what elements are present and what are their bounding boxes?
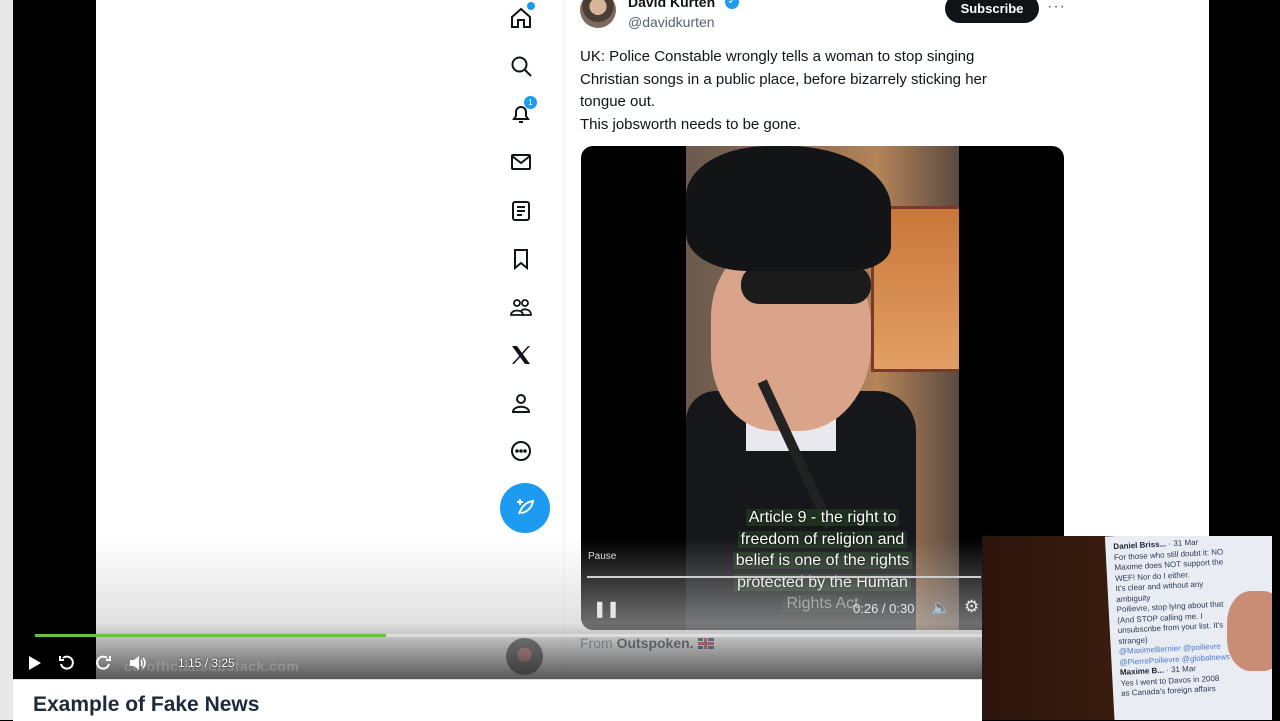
tweet-text-line: Christian songs in a public place, befor… [580, 70, 987, 88]
subtitle-line: freedom of religion and [737, 530, 908, 548]
x-logo-icon[interactable] [507, 341, 535, 369]
play-icon[interactable] [23, 652, 45, 674]
subtitle-line: belief is one of the rights [732, 552, 913, 569]
video-subtitle: Article 9 - the right to freedom of reli… [716, 507, 929, 615]
tweet-text-line: UK: Police Constable wrongly tells a wom… [580, 48, 975, 65]
tweet-text-line: tongue out. [580, 93, 656, 110]
search-icon[interactable] [507, 52, 535, 80]
author-handle[interactable]: @davidkurten [628, 14, 715, 30]
home-icon[interactable] [507, 2, 535, 32]
more-icon[interactable] [507, 437, 535, 465]
video-time: 0:26 / 0:30 [853, 601, 915, 616]
messages-icon[interactable] [507, 148, 535, 176]
pause-tooltip: Pause [588, 551, 617, 562]
video-progress-bar[interactable] [587, 576, 981, 578]
from-label: From [580, 635, 613, 651]
officer-hat [686, 146, 891, 271]
settings-gear-icon[interactable]: ⚙ [964, 597, 979, 617]
lists-icon[interactable] [507, 197, 535, 225]
author-name[interactable]: David Kurten [628, 0, 715, 10]
forward-icon[interactable] [92, 652, 114, 674]
pip-webcam: Daniel Briss... · 31 Mar For those who st… [982, 536, 1272, 720]
subscribe-button[interactable]: Subscribe [945, 0, 1039, 23]
bookmarks-icon[interactable] [507, 245, 535, 273]
communities-icon[interactable] [507, 293, 535, 321]
video-title: Example of Fake News [33, 693, 260, 716]
tweet-text: UK: Police Constable wrongly tells a wom… [580, 46, 1050, 136]
letterbox-left [13, 0, 96, 679]
rewind-icon[interactable] [56, 652, 78, 674]
player-progress-bar[interactable] [35, 634, 995, 637]
window-edge [0, 0, 13, 720]
player-time: 1:15 / 3:25 [178, 656, 235, 670]
subtitle-line: Article 9 - the right to [745, 509, 900, 526]
home-badge [527, 2, 535, 10]
video-caption-bar: Example of Fake News [13, 679, 982, 721]
source-name[interactable]: Outspoken. [617, 635, 694, 651]
tweet-text-line: This jobsworth needs to be gone. [580, 115, 801, 133]
tweet-more-button[interactable]: ··· [1047, 0, 1066, 16]
compose-post-button[interactable] [500, 483, 550, 533]
volume-icon[interactable]: 🔈 [931, 598, 951, 618]
notifications-icon[interactable]: 1 [507, 96, 537, 128]
feather-plus-icon [517, 499, 535, 515]
profile-icon[interactable] [507, 389, 535, 417]
verified-badge-icon: ✓ [725, 0, 739, 9]
uk-flag-icon [697, 638, 714, 649]
source-avatar[interactable] [506, 638, 543, 675]
author-avatar[interactable] [580, 0, 616, 28]
subtitle-line: Rights Act [783, 595, 862, 612]
hand [1227, 591, 1272, 671]
player-progress-fill [35, 634, 387, 637]
notification-count: 1 [524, 96, 537, 109]
officer-glasses [741, 266, 871, 304]
source-attribution: From Outspoken. [580, 635, 714, 651]
column-divider [564, 0, 565, 679]
pip-background [982, 536, 1122, 720]
pause-icon[interactable]: ❚❚ [593, 599, 620, 618]
